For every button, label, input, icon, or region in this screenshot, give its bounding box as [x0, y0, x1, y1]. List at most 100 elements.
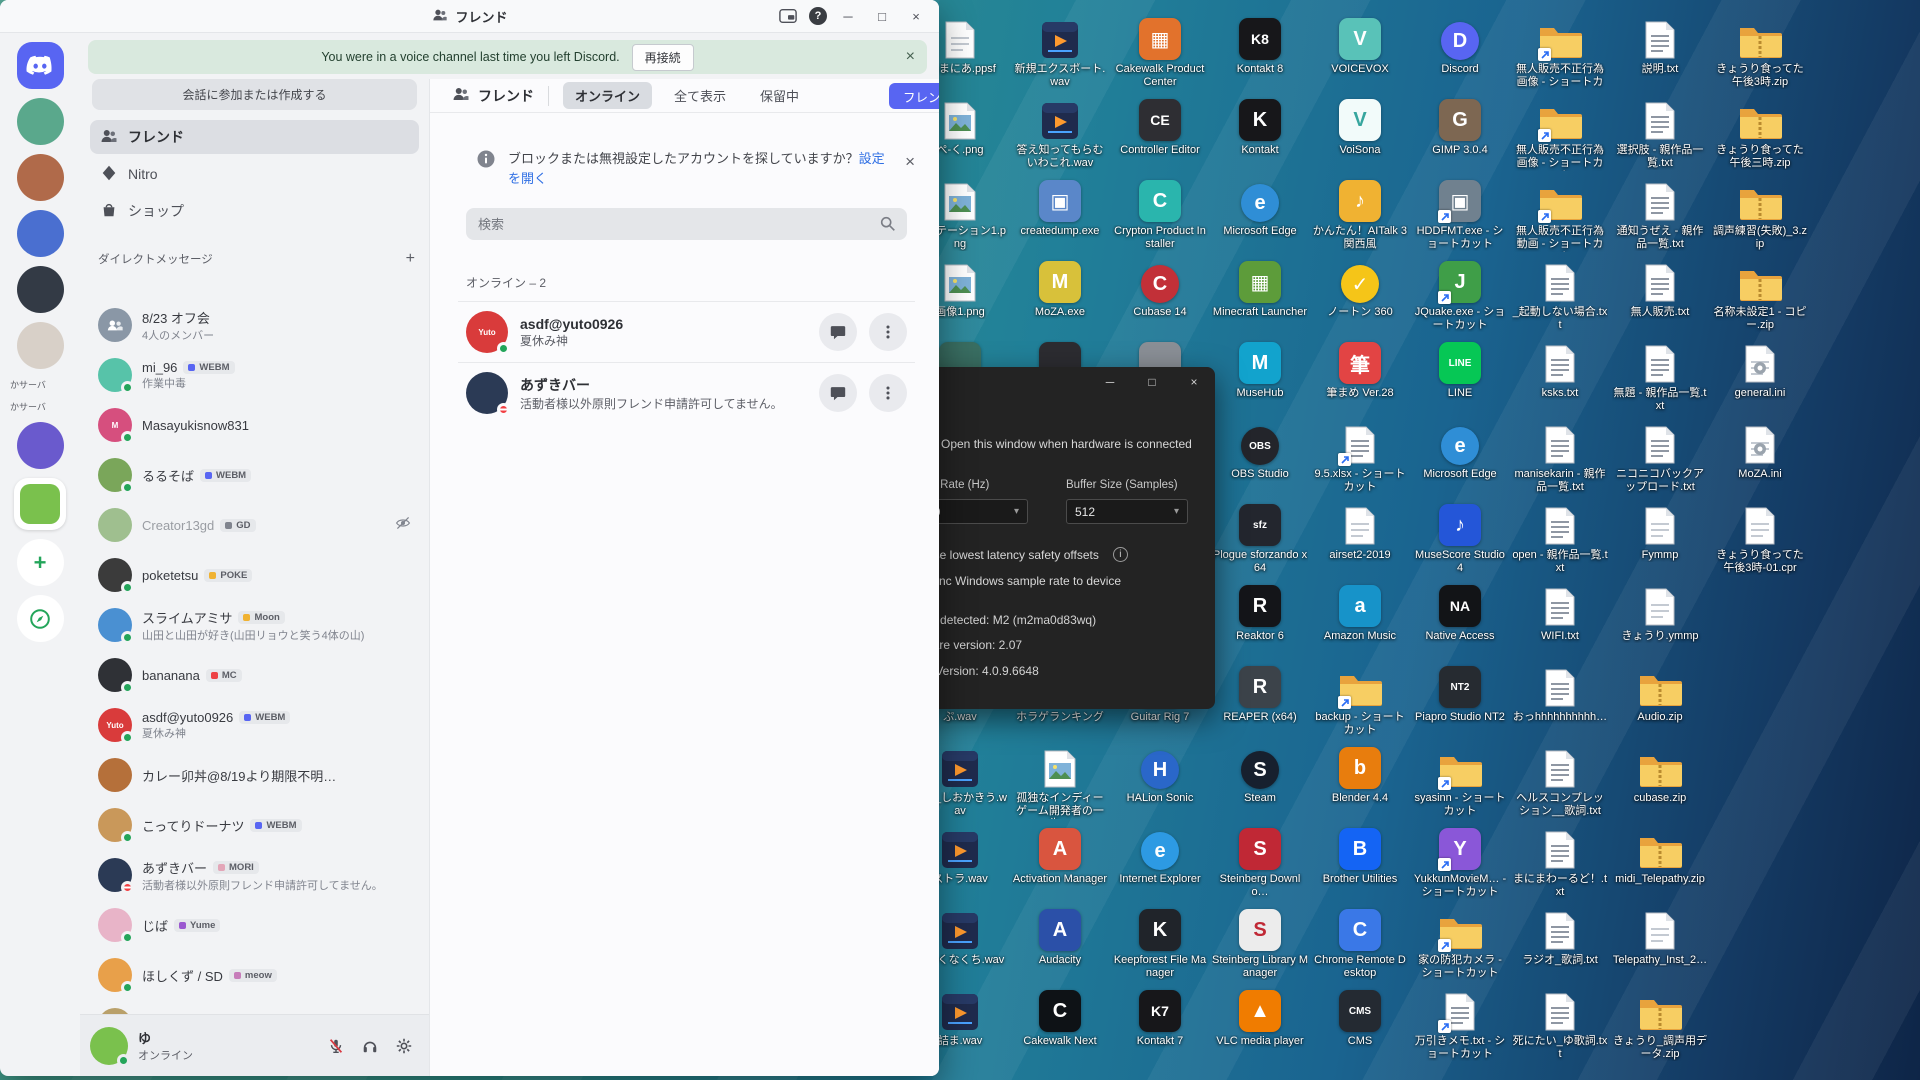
add-friend-button[interactable]: フレンドに追加: [889, 83, 939, 109]
deafen-button[interactable]: [355, 1031, 385, 1061]
dm-item[interactable]: じばYume: [90, 900, 419, 950]
desktop-icon[interactable]: NANative Access: [1412, 581, 1508, 643]
desktop-icon[interactable]: bBlender 4.4: [1312, 743, 1408, 805]
desktop-icon[interactable]: 筆筆まめ Ver.28: [1312, 338, 1408, 400]
sidebar-item-friends[interactable]: フレンド: [90, 120, 419, 154]
desktop-icon[interactable]: open - 親作品一覧.txt: [1512, 500, 1608, 575]
friend-row[interactable]: Yutoasdf@yuto0926夏休み神: [458, 301, 915, 362]
desktop-icon[interactable]: RReaktor 6: [1212, 581, 1308, 643]
dialog-maximize-button[interactable]: □: [1131, 367, 1173, 397]
desktop-icon[interactable]: Fymmp: [1612, 500, 1708, 562]
desktop-icon[interactable]: ▦Minecraft Launcher: [1212, 257, 1308, 319]
desktop-icon[interactable]: 死にたい_ゆ歌詞.txt: [1512, 986, 1608, 1061]
desktop-icon[interactable]: 新規エクスポート.wav: [1012, 14, 1108, 89]
desktop-icon[interactable]: CMSCMS: [1312, 986, 1408, 1048]
desktop-icon[interactable]: eMicrosoft Edge: [1412, 419, 1508, 481]
create-dm-icon[interactable]: +: [406, 250, 415, 268]
desktop-icon[interactable]: ▣HDDFMT.exe - ショートカット: [1412, 176, 1508, 251]
server-icon[interactable]: [17, 266, 64, 313]
desktop-icon[interactable]: JJQuake.exe - ショートカット: [1412, 257, 1508, 332]
avatar[interactable]: [90, 1027, 128, 1065]
desktop-icon[interactable]: 通知うぜえ - 親作品一覧.txt: [1612, 176, 1708, 251]
desktop-icon[interactable]: Telepathy_Inst_2…: [1612, 905, 1708, 967]
desktop-icon[interactable]: きょうり食ってた午後3時.zip: [1712, 14, 1808, 89]
desktop-icon[interactable]: ▲VLC media player: [1212, 986, 1308, 1048]
desktop-icon[interactable]: OBSOBS Studio: [1212, 419, 1308, 481]
desktop-icon[interactable]: K7Kontakt 7: [1112, 986, 1208, 1048]
minimize-button[interactable]: ─: [835, 4, 861, 28]
message-button[interactable]: [819, 313, 857, 351]
desktop-icon[interactable]: SSteinberg Downlo…: [1212, 824, 1308, 899]
desktop-icon[interactable]: CEController Editor: [1112, 95, 1208, 157]
more-button[interactable]: [869, 374, 907, 412]
server-icon[interactable]: [17, 422, 64, 469]
desktop-icon[interactable]: SSteinberg Library Manager: [1212, 905, 1308, 980]
dm-item[interactable]: カレー卯丼@8/19より期限不明活動…: [90, 750, 419, 800]
desktop-icon[interactable]: きょうり食ってた午後3時-01.cpr: [1712, 500, 1808, 575]
dialog-close-button[interactable]: ×: [1173, 367, 1215, 397]
banner-close-icon[interactable]: ×: [906, 48, 915, 66]
mic-muted-button[interactable]: [321, 1031, 351, 1061]
info-icon[interactable]: i: [1113, 547, 1128, 562]
desktop-icon[interactable]: CCrypton Product Installer: [1112, 176, 1208, 251]
tab-オンライン[interactable]: オンライン: [563, 82, 652, 109]
desktop-icon[interactable]: まにまわーるど！.txt: [1512, 824, 1608, 899]
desktop-icon[interactable]: ♪かんたん！AITalk 3 関西風: [1312, 176, 1408, 251]
sidebar-item-shop[interactable]: ショップ: [90, 194, 419, 228]
desktop-icon[interactable]: manisekarin - 親作品一覧.txt: [1512, 419, 1608, 494]
server-icon[interactable]: [17, 98, 64, 145]
desktop-icon[interactable]: MMoZA.exe: [1012, 257, 1108, 319]
desktop-icon[interactable]: DDiscord: [1412, 14, 1508, 76]
desktop-icon[interactable]: 名称未設定1 - コピー.zip: [1712, 257, 1808, 332]
desktop-icon[interactable]: VVOICEVOX: [1312, 14, 1408, 76]
desktop-icon[interactable]: BBrother Utilities: [1312, 824, 1408, 886]
helper-close-icon[interactable]: ×: [905, 149, 915, 175]
server-icon[interactable]: [14, 478, 66, 530]
desktop-icon[interactable]: airset2-2019: [1312, 500, 1408, 562]
dm-item[interactable]: Creator13gdGD: [90, 500, 419, 550]
desktop-icon[interactable]: MoZA.ini: [1712, 419, 1808, 481]
desktop-icon[interactable]: syasinn - ショートカット: [1412, 743, 1508, 818]
desktop-icon[interactable]: WIFI.txt: [1512, 581, 1608, 643]
desktop-icon[interactable]: 家の防犯カメラ - ショートカット: [1412, 905, 1508, 980]
desktop-icon[interactable]: おっhhhhhhhhhh…: [1512, 662, 1608, 724]
dm-item[interactable]: あずきバーMORI活動者様以外原則フレンド申請許可してません。: [90, 850, 419, 900]
join-create-button[interactable]: 会話に参加または作成する: [92, 79, 417, 110]
sidebar-item-nitro[interactable]: Nitro: [90, 157, 419, 191]
desktop-icon[interactable]: 無人販売.txt: [1612, 257, 1708, 319]
desktop-icon[interactable]: eMicrosoft Edge: [1212, 176, 1308, 238]
desktop-icon[interactable]: cubase.zip: [1612, 743, 1708, 805]
desktop-icon[interactable]: _起動しない場合.txt: [1512, 257, 1608, 332]
dm-item[interactable]: ほしくず / SDmeow: [90, 950, 419, 1000]
hidden-eye-icon[interactable]: [395, 515, 411, 536]
desktop-icon[interactable]: 答え知ってもらむいわこれ.wav: [1012, 95, 1108, 170]
dm-item[interactable]: [90, 1000, 419, 1014]
desktop-icon[interactable]: sfzPlogue sforzando x64: [1212, 500, 1308, 575]
pip-icon[interactable]: [775, 4, 801, 28]
close-button[interactable]: ×: [903, 4, 929, 28]
maximize-button[interactable]: □: [869, 4, 895, 28]
desktop-icon[interactable]: 調声練習(失敗)_3.zip: [1712, 176, 1808, 251]
explore-servers-button[interactable]: [17, 595, 64, 642]
discord-home-button[interactable]: [17, 42, 64, 89]
dm-item[interactable]: banananaMC: [90, 650, 419, 700]
add-server-button[interactable]: +: [17, 539, 64, 586]
desktop-icon[interactable]: midi_Telepathy.zip: [1612, 824, 1708, 886]
desktop-icon[interactable]: 万引きメモ.txt - ショートカット: [1412, 986, 1508, 1061]
desktop-icon[interactable]: MMuseHub: [1212, 338, 1308, 400]
tab-全て表示[interactable]: 全て表示: [662, 82, 738, 109]
tab-保留中[interactable]: 保留中: [748, 82, 811, 109]
desktop-icon[interactable]: general.ini: [1712, 338, 1808, 400]
desktop-icon[interactable]: ♪MuseScore Studio 4: [1412, 500, 1508, 575]
desktop-icon[interactable]: VVoiSona: [1312, 95, 1408, 157]
friend-row[interactable]: あずきバー活動者様以外原則フレンド申請許可してません。: [458, 362, 915, 423]
settings-gear-icon[interactable]: [389, 1031, 419, 1061]
dm-item[interactable]: スライムアミサMoon山田と山田が好き(山田リョウと笑う4体の山): [90, 600, 419, 650]
desktop-icon[interactable]: ニコニコバックアップロード.txt: [1612, 419, 1708, 494]
desktop-icon[interactable]: ▣createdump.exe: [1012, 176, 1108, 238]
open-on-connect-row[interactable]: Open this window when hardware is connec…: [920, 437, 1192, 451]
server-icon[interactable]: [17, 210, 64, 257]
desktop-icon[interactable]: eInternet Explorer: [1112, 824, 1208, 886]
desktop-icon[interactable]: NT2Piapro Studio NT2: [1412, 662, 1508, 724]
desktop-icon[interactable]: ヘルスコンプレッション__歌詞.txt: [1512, 743, 1608, 818]
